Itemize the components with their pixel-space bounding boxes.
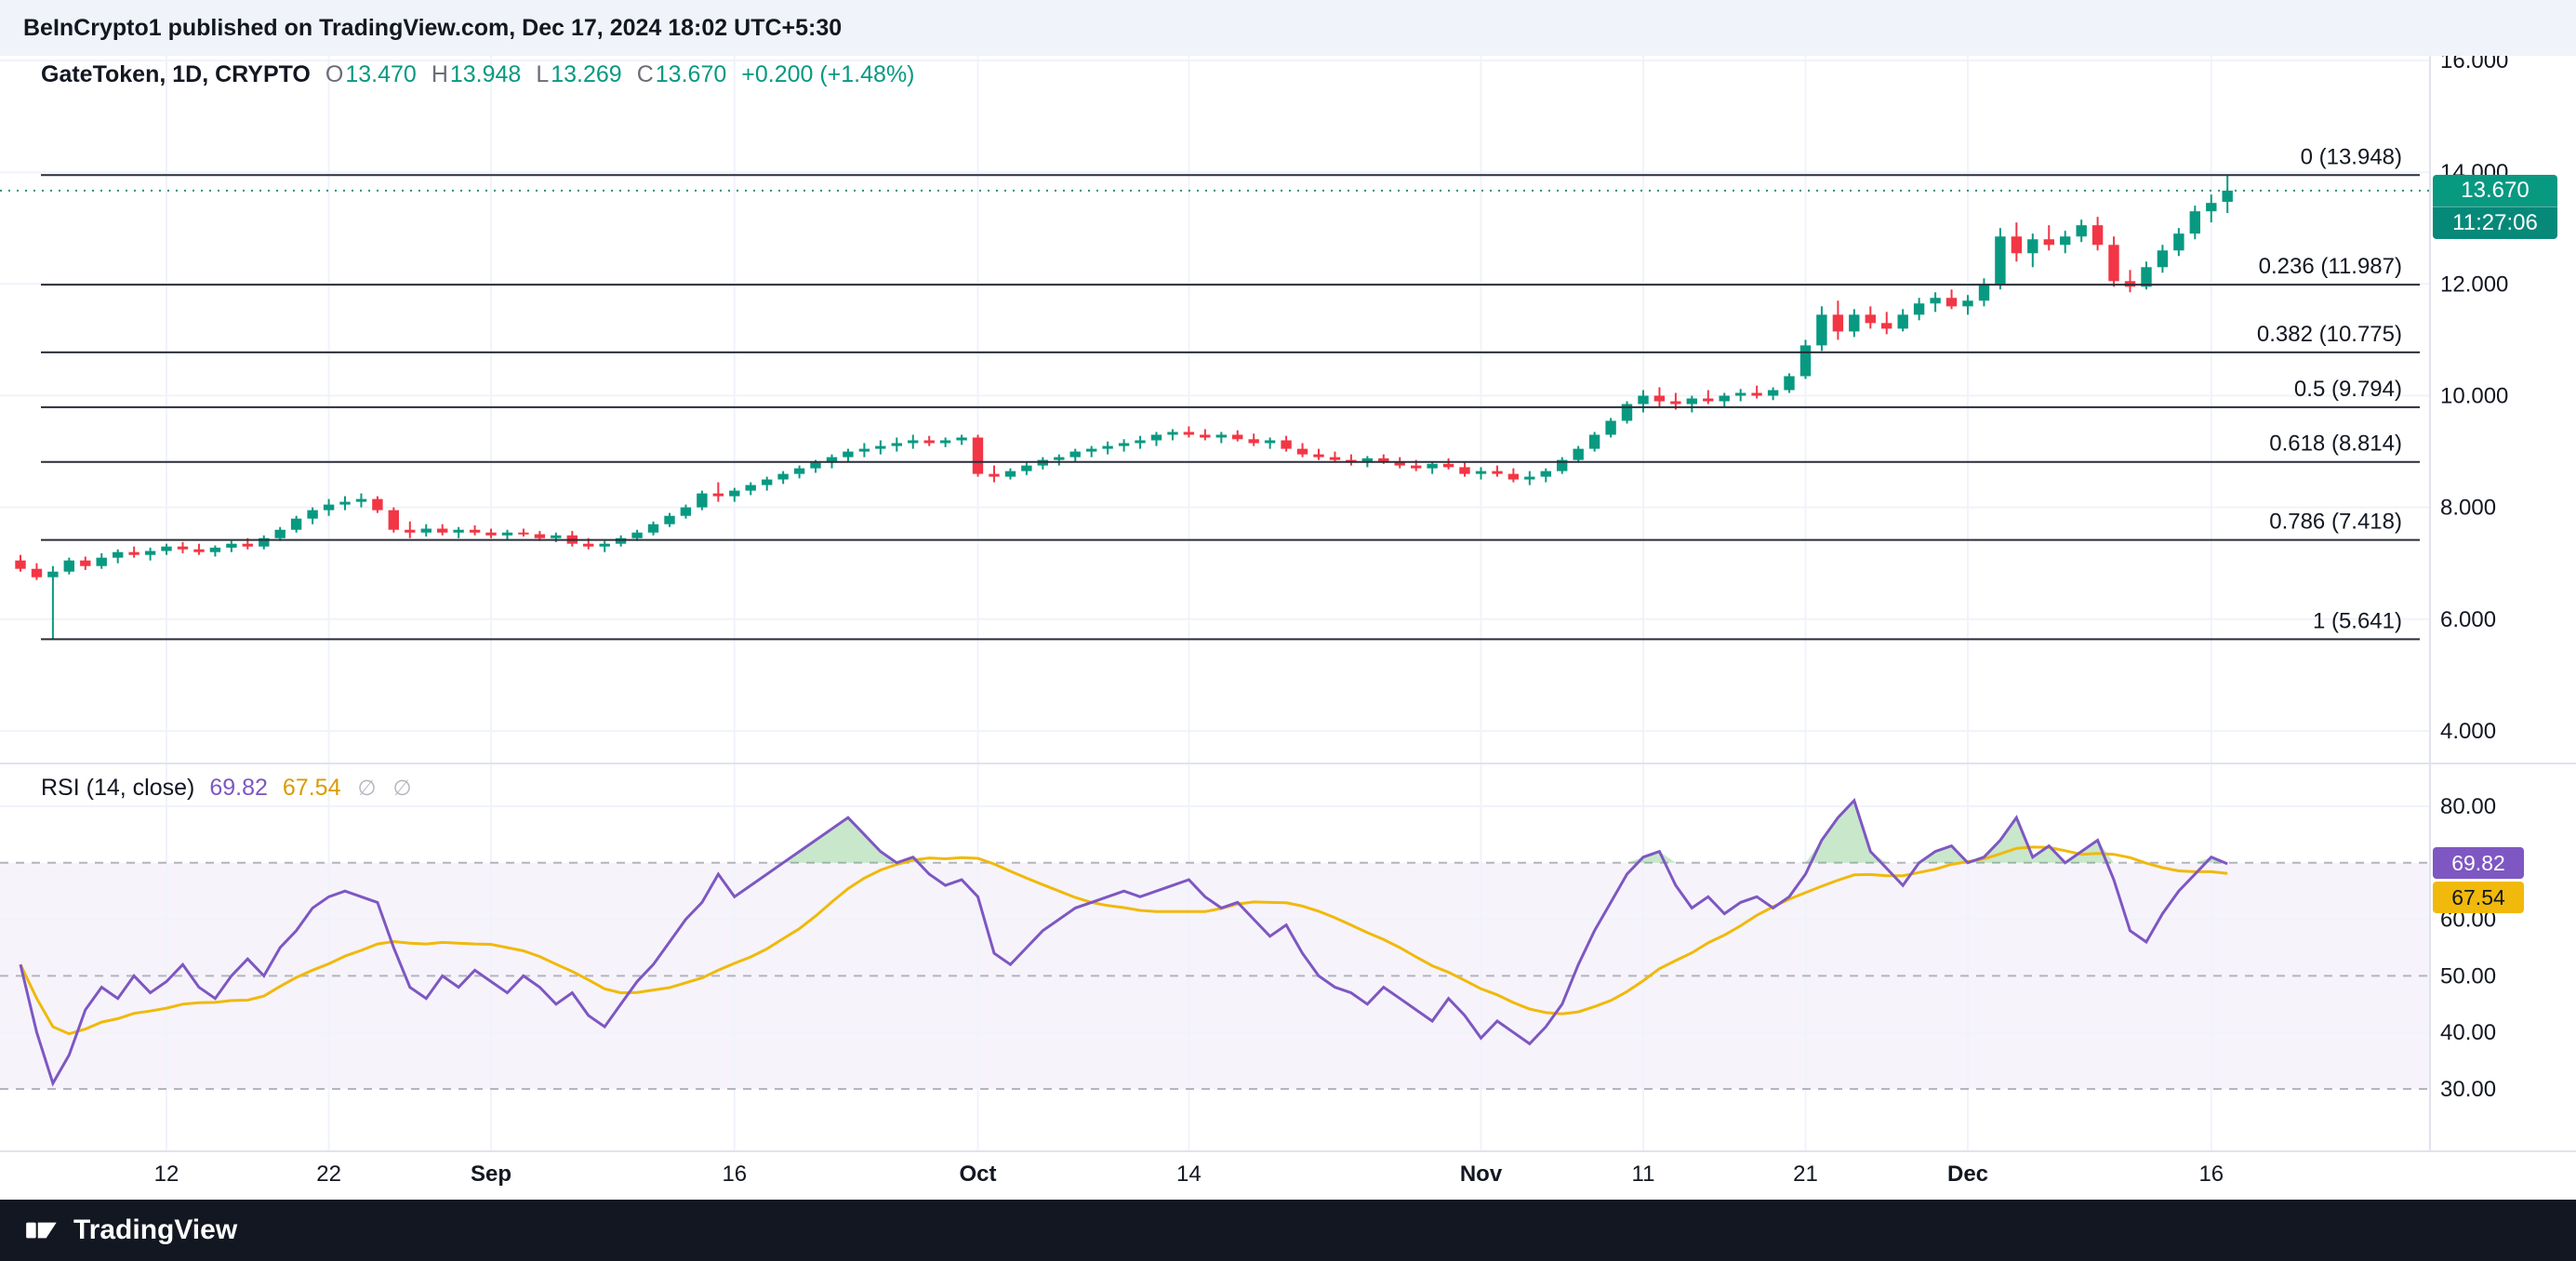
high-group: H13.948 bbox=[432, 61, 522, 88]
high-label: H bbox=[432, 61, 448, 87]
tradingview-logo-icon[interactable] bbox=[23, 1211, 62, 1250]
hidden-value-icon[interactable]: ∅ bbox=[393, 776, 412, 801]
svg-text:10.000: 10.000 bbox=[2440, 384, 2508, 409]
last-price-label: 13.670 bbox=[2433, 175, 2557, 206]
price-axis-border bbox=[2429, 56, 2431, 1150]
svg-text:0 (13.948): 0 (13.948) bbox=[2301, 144, 2402, 169]
time-axis-label: 12 bbox=[154, 1161, 179, 1188]
time-axis-label: 22 bbox=[316, 1161, 341, 1188]
rsi-pane[interactable]: 80.0060.0050.0040.0030.00 bbox=[0, 763, 2576, 1150]
tradingview-brand: TradingView bbox=[73, 1215, 237, 1246]
close-group: C13.670 bbox=[637, 61, 727, 88]
time-axis-label: 16 bbox=[722, 1161, 747, 1188]
svg-text:0.5 (9.794): 0.5 (9.794) bbox=[2294, 377, 2402, 402]
fib-retracement: 0 (13.948) 0.236 (11.987) 0.382 (10.775) 0.… bbox=[41, 144, 2420, 639]
time-axis-label: 16 bbox=[2198, 1161, 2224, 1188]
symbol-legend[interactable]: GateToken, 1D, CRYPTO O13.470 H13.948 L1… bbox=[41, 61, 915, 88]
change-value: +0.200 (+1.48%) bbox=[741, 61, 914, 88]
open-value: 13.470 bbox=[345, 61, 416, 87]
rsi-legend-value: 69.82 bbox=[209, 775, 268, 802]
svg-text:6.000: 6.000 bbox=[2440, 607, 2496, 632]
svg-text:50.00: 50.00 bbox=[2440, 963, 2496, 989]
time-axis-label: Dec bbox=[1947, 1161, 1988, 1188]
publish-banner: BeInCrypto1 published on TradingView.com… bbox=[0, 0, 2576, 56]
rsi-ma-value-badge: 67.54 bbox=[2433, 882, 2524, 913]
time-axis-label: Sep bbox=[471, 1161, 511, 1188]
bar-countdown: 11:27:06 bbox=[2433, 206, 2557, 239]
rsi-value-badge: 69.82 bbox=[2433, 847, 2524, 879]
rsi-legend-title: RSI (14, close) bbox=[41, 775, 194, 802]
symbol-title: GateToken, 1D, CRYPTO bbox=[41, 61, 311, 88]
publish-text: BeInCrypto1 published on TradingView.com… bbox=[23, 15, 842, 42]
hidden-value-icon[interactable]: ∅ bbox=[357, 776, 376, 801]
last-price-badge: 13.670 11:27:06 bbox=[2433, 175, 2557, 239]
rsi-legend[interactable]: RSI (14, close) 69.82 67.54 ∅ ∅ bbox=[41, 775, 412, 802]
close-label: C bbox=[637, 61, 654, 87]
svg-text:80.00: 80.00 bbox=[2440, 794, 2496, 819]
footer-bar: TradingView bbox=[0, 1200, 2576, 1261]
time-axis-label: 21 bbox=[1793, 1161, 1818, 1188]
time-axis-label: 11 bbox=[1632, 1161, 1655, 1188]
svg-text:4.000: 4.000 bbox=[2440, 719, 2496, 744]
svg-text:12.000: 12.000 bbox=[2440, 272, 2508, 297]
svg-text:0.382 (10.775): 0.382 (10.775) bbox=[2257, 322, 2402, 347]
svg-text:8.000: 8.000 bbox=[2440, 496, 2496, 521]
close-value: 13.670 bbox=[656, 61, 726, 87]
low-group: L13.269 bbox=[536, 61, 621, 88]
svg-text:0.236 (11.987): 0.236 (11.987) bbox=[2259, 254, 2402, 279]
open-label: O bbox=[325, 61, 343, 87]
svg-text:1 (5.641): 1 (5.641) bbox=[2313, 608, 2402, 633]
time-axis-label: 14 bbox=[1176, 1161, 1202, 1188]
time-axis[interactable]: 12 22 Sep 16 Oct 14 Nov 11 21 Dec 16 bbox=[0, 1152, 2576, 1200]
svg-text:30.00: 30.00 bbox=[2440, 1077, 2496, 1102]
svg-text:0.618 (8.814): 0.618 (8.814) bbox=[2269, 431, 2402, 457]
low-label: L bbox=[536, 61, 549, 87]
rsi-overbought-fill bbox=[20, 801, 2227, 863]
open-group: O13.470 bbox=[325, 61, 417, 88]
time-axis-label: Nov bbox=[1460, 1161, 1502, 1188]
svg-text:16.000: 16.000 bbox=[2440, 56, 2508, 73]
time-axis-label: Oct bbox=[959, 1161, 996, 1188]
high-value: 13.948 bbox=[450, 61, 521, 87]
price-pane[interactable]: 0 (13.948) 0.236 (11.987) 0.382 (10.775) 0.… bbox=[0, 56, 2576, 763]
svg-text:0.786 (7.418): 0.786 (7.418) bbox=[2269, 510, 2402, 535]
pane-divider[interactable] bbox=[0, 763, 2576, 764]
low-value: 13.269 bbox=[551, 61, 621, 87]
svg-text:40.00: 40.00 bbox=[2440, 1020, 2496, 1045]
rsi-ma-legend-value: 67.54 bbox=[283, 775, 341, 802]
